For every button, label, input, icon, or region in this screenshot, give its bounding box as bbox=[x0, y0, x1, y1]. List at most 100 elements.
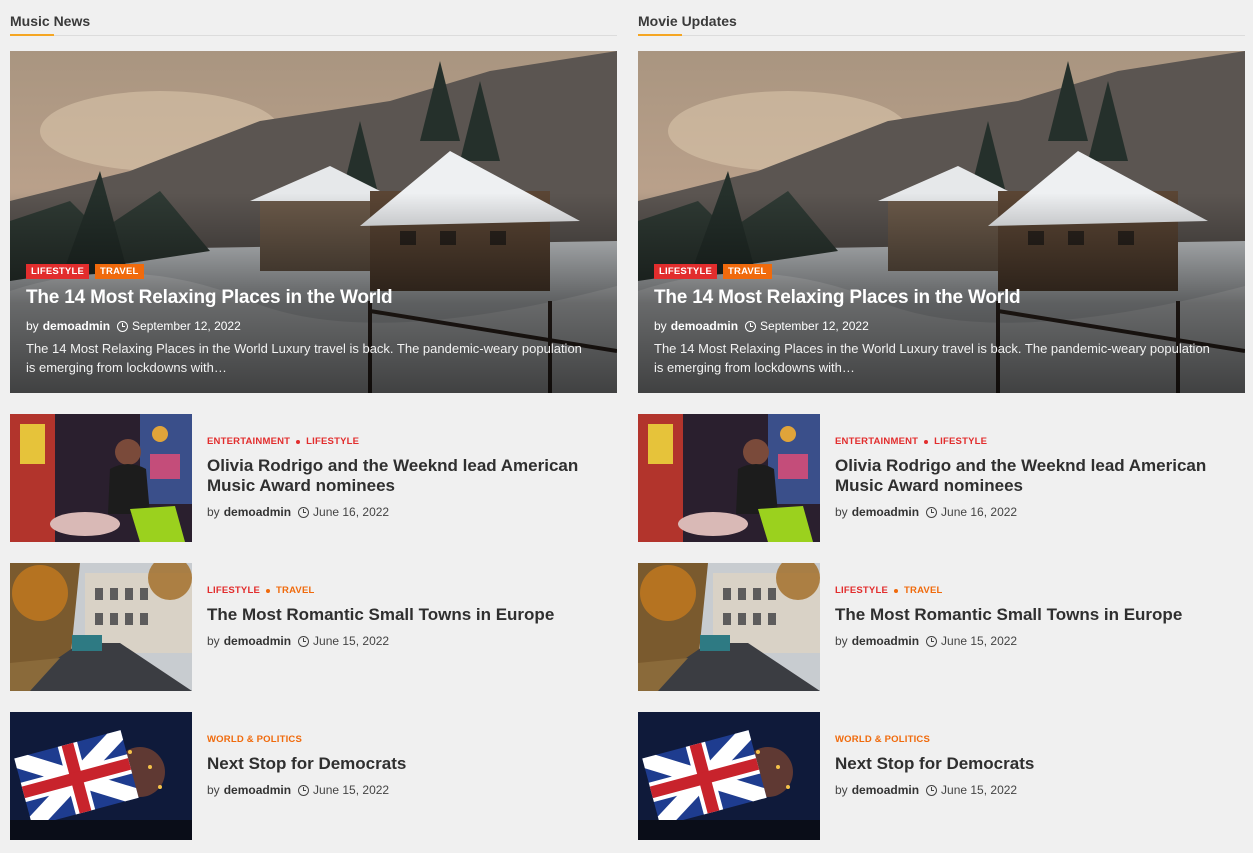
clock-icon bbox=[298, 506, 310, 518]
post-image bbox=[10, 712, 192, 840]
post-title[interactable]: Next Stop for Democrats bbox=[835, 754, 1235, 774]
clock-icon bbox=[298, 784, 310, 796]
section-title: Movie Updates bbox=[638, 13, 737, 29]
post-date: June 15, 2022 bbox=[941, 783, 1018, 797]
separator-dot bbox=[924, 439, 929, 444]
featured-post-title[interactable]: The 14 Most Relaxing Places in the World bbox=[26, 287, 393, 309]
featured-post-meta: by demoadmin September 12, 2022 bbox=[654, 319, 869, 333]
post-title[interactable]: The Most Romantic Small Towns in Europe bbox=[207, 605, 607, 625]
separator-dot bbox=[296, 439, 301, 444]
post-image bbox=[10, 414, 192, 542]
author-link[interactable]: demoadmin bbox=[852, 783, 919, 797]
by-label: by bbox=[207, 505, 220, 519]
author-link[interactable]: demoadmin bbox=[852, 634, 919, 648]
category-travel[interactable]: TRAVEL bbox=[276, 585, 315, 596]
category-badge-lifestyle[interactable]: LIFESTYLE bbox=[26, 264, 89, 279]
featured-post[interactable]: LIFESTYLE TRAVEL The 14 Most Relaxing Pl… bbox=[10, 51, 617, 393]
category-badge-travel[interactable]: TRAVEL bbox=[95, 264, 144, 279]
post-thumbnail[interactable] bbox=[10, 563, 192, 691]
page: Music News LIFESTYLE TRAVEL The 14 Most … bbox=[0, 0, 1253, 853]
featured-post-title[interactable]: The 14 Most Relaxing Places in the World bbox=[654, 287, 1021, 309]
section-music-news: Music News LIFESTYLE TRAVEL The 14 Most … bbox=[10, 0, 617, 840]
post-meta: by demoadmin June 16, 2022 bbox=[207, 505, 607, 519]
post-body: WORLD & POLITICS Next Stop for Democrats… bbox=[835, 734, 1235, 797]
category-lifestyle[interactable]: LIFESTYLE bbox=[934, 436, 987, 447]
by-label: by bbox=[835, 634, 848, 648]
by-label: by bbox=[207, 783, 220, 797]
by-label: by bbox=[654, 319, 667, 333]
list-item: WORLD & POLITICS Next Stop for Democrats… bbox=[638, 712, 1245, 840]
post-meta: by demoadmin June 16, 2022 bbox=[835, 505, 1235, 519]
category-lifestyle[interactable]: LIFESTYLE bbox=[306, 436, 359, 447]
post-title[interactable]: Olivia Rodrigo and the Weeknd lead Ameri… bbox=[835, 456, 1235, 496]
by-label: by bbox=[26, 319, 39, 333]
section-header: Movie Updates bbox=[638, 0, 1245, 36]
post-body: WORLD & POLITICS Next Stop for Democrats… bbox=[207, 734, 607, 797]
post-meta: by demoadmin June 15, 2022 bbox=[835, 783, 1235, 797]
section-title-underline bbox=[10, 34, 54, 36]
post-meta: by demoadmin June 15, 2022 bbox=[207, 783, 607, 797]
post-meta: by demoadmin June 15, 2022 bbox=[207, 634, 607, 648]
author-link[interactable]: demoadmin bbox=[852, 505, 919, 519]
post-thumbnail[interactable] bbox=[638, 563, 820, 691]
post-categories: ENTERTAINMENT LIFESTYLE bbox=[207, 436, 607, 447]
list-item: ENTERTAINMENT LIFESTYLE Olivia Rodrigo a… bbox=[638, 414, 1245, 542]
clock-icon bbox=[926, 784, 938, 796]
post-thumbnail[interactable] bbox=[638, 712, 820, 840]
category-badge-travel[interactable]: TRAVEL bbox=[723, 264, 772, 279]
category-badge-lifestyle[interactable]: LIFESTYLE bbox=[654, 264, 717, 279]
clock-icon bbox=[926, 635, 938, 647]
post-body: LIFESTYLE TRAVEL The Most Romantic Small… bbox=[207, 585, 607, 648]
section-title-underline bbox=[638, 34, 682, 36]
post-body: ENTERTAINMENT LIFESTYLE Olivia Rodrigo a… bbox=[835, 436, 1235, 519]
post-categories: LIFESTYLE TRAVEL bbox=[835, 585, 1235, 596]
section-header: Music News bbox=[10, 0, 617, 36]
clock-icon bbox=[745, 320, 757, 332]
category-entertainment[interactable]: ENTERTAINMENT bbox=[207, 436, 290, 447]
list-item: LIFESTYLE TRAVEL The Most Romantic Small… bbox=[10, 563, 617, 691]
post-body: LIFESTYLE TRAVEL The Most Romantic Small… bbox=[835, 585, 1235, 648]
post-title[interactable]: Olivia Rodrigo and the Weeknd lead Ameri… bbox=[207, 456, 607, 496]
author-link[interactable]: demoadmin bbox=[224, 505, 291, 519]
list-item: WORLD & POLITICS Next Stop for Democrats… bbox=[10, 712, 617, 840]
clock-icon bbox=[117, 320, 129, 332]
category-entertainment[interactable]: ENTERTAINMENT bbox=[835, 436, 918, 447]
post-image bbox=[638, 563, 820, 691]
category-world-politics[interactable]: WORLD & POLITICS bbox=[207, 734, 302, 745]
section-movie-updates: Movie Updates LIFESTYLE TRAVEL The 14 Mo… bbox=[638, 0, 1245, 840]
category-world-politics[interactable]: WORLD & POLITICS bbox=[835, 734, 930, 745]
author-link[interactable]: demoadmin bbox=[671, 319, 738, 333]
post-image bbox=[638, 712, 820, 840]
featured-post-excerpt: The 14 Most Relaxing Places in the World… bbox=[26, 341, 582, 375]
post-date: June 15, 2022 bbox=[313, 634, 390, 648]
clock-icon bbox=[926, 506, 938, 518]
post-title[interactable]: Next Stop for Democrats bbox=[207, 754, 607, 774]
featured-post-excerpt: The 14 Most Relaxing Places in the World… bbox=[654, 341, 1210, 375]
category-lifestyle[interactable]: LIFESTYLE bbox=[835, 585, 888, 596]
post-thumbnail[interactable] bbox=[638, 414, 820, 542]
author-link[interactable]: demoadmin bbox=[224, 634, 291, 648]
featured-post-categories: LIFESTYLE TRAVEL bbox=[26, 264, 144, 279]
by-label: by bbox=[835, 505, 848, 519]
post-thumbnail[interactable] bbox=[10, 414, 192, 542]
author-link[interactable]: demoadmin bbox=[224, 783, 291, 797]
by-label: by bbox=[207, 634, 220, 648]
post-date: June 15, 2022 bbox=[941, 634, 1018, 648]
post-date: June 16, 2022 bbox=[313, 505, 390, 519]
post-title[interactable]: The Most Romantic Small Towns in Europe bbox=[835, 605, 1235, 625]
post-date: June 16, 2022 bbox=[941, 505, 1018, 519]
by-label: by bbox=[835, 783, 848, 797]
featured-post[interactable]: LIFESTYLE TRAVEL The 14 Most Relaxing Pl… bbox=[638, 51, 1245, 393]
section-title: Music News bbox=[10, 13, 91, 29]
post-categories: WORLD & POLITICS bbox=[207, 734, 607, 745]
author-link[interactable]: demoadmin bbox=[43, 319, 110, 333]
category-lifestyle[interactable]: LIFESTYLE bbox=[207, 585, 260, 596]
post-date: June 15, 2022 bbox=[313, 783, 390, 797]
category-travel[interactable]: TRAVEL bbox=[904, 585, 943, 596]
separator-dot bbox=[894, 588, 898, 593]
list-item: ENTERTAINMENT LIFESTYLE Olivia Rodrigo a… bbox=[10, 414, 617, 542]
featured-post-categories: LIFESTYLE TRAVEL bbox=[654, 264, 772, 279]
post-thumbnail[interactable] bbox=[10, 712, 192, 840]
post-categories: ENTERTAINMENT LIFESTYLE bbox=[835, 436, 1235, 447]
post-categories: WORLD & POLITICS bbox=[835, 734, 1235, 745]
